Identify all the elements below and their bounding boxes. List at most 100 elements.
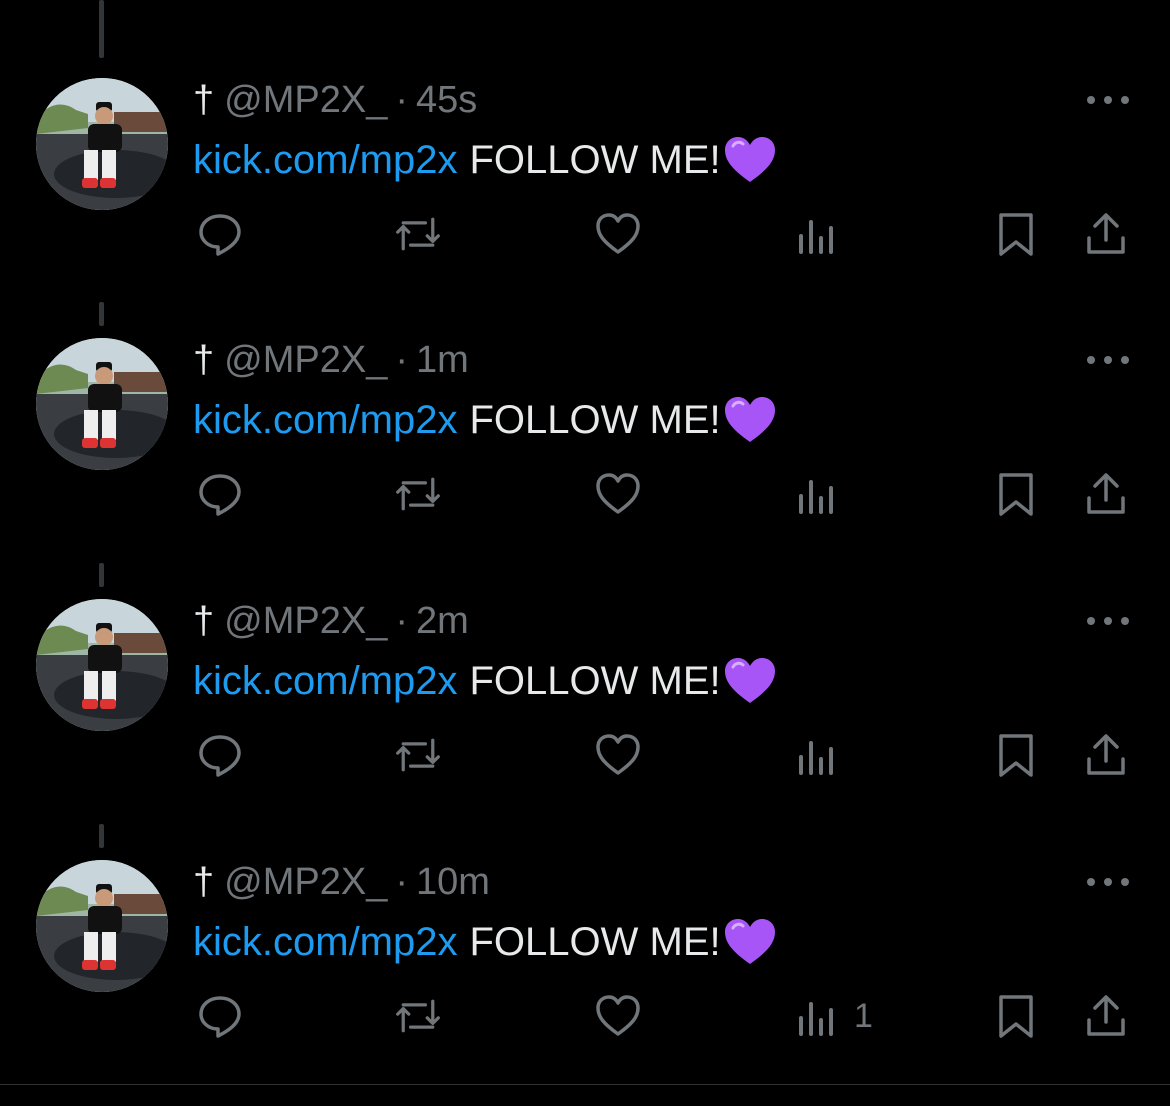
repost-button[interactable] <box>394 206 442 262</box>
tweet[interactable]: † @MP2X_ · 10m kick.com/mp2x FOLLOW ME! … <box>0 854 1170 1106</box>
speech-bubble-icon <box>199 996 241 1038</box>
timestamp[interactable]: 1m <box>416 339 469 382</box>
purple-heart-emoji <box>724 658 775 703</box>
thread-line <box>99 0 104 58</box>
timestamp[interactable]: 10m <box>416 861 490 904</box>
tweet-message: FOLLOW ME! <box>469 397 721 442</box>
ellipsis-icon <box>1087 617 1095 625</box>
handle[interactable]: @MP2X_ <box>224 861 387 904</box>
tweet[interactable]: † @MP2X_ · 1m kick.com/mp2x FOLLOW ME! <box>0 332 1170 593</box>
tweet-header: † @MP2X_ · 10m <box>193 854 490 910</box>
repost-arrows-icon <box>396 999 440 1033</box>
repost-arrows-icon <box>396 217 440 251</box>
like-button[interactable] <box>594 206 642 262</box>
cross-symbol: † <box>193 860 215 903</box>
repost-arrows-icon <box>396 477 440 511</box>
tweet-link[interactable]: kick.com/mp2x <box>193 659 458 704</box>
cross-symbol: † <box>193 599 215 642</box>
heart-outline-icon <box>596 734 640 775</box>
bookmark-button[interactable] <box>992 988 1040 1044</box>
tweet-text: kick.com/mp2x FOLLOW ME! <box>193 651 777 711</box>
reply-button[interactable] <box>196 466 244 522</box>
action-bar <box>0 206 1170 262</box>
bookmark-button[interactable] <box>992 206 1040 262</box>
bookmark-button[interactable] <box>992 727 1040 783</box>
tweet-text: kick.com/mp2x FOLLOW ME! <box>193 390 777 450</box>
divider <box>0 1084 1170 1085</box>
tweet-message: FOLLOW ME! <box>469 137 721 182</box>
ellipsis-icon <box>1121 356 1129 364</box>
tweet-link[interactable]: kick.com/mp2x <box>193 138 458 183</box>
speech-bubble-icon <box>199 735 241 777</box>
heart-outline-icon <box>596 473 640 514</box>
like-button[interactable] <box>594 727 642 783</box>
tweet[interactable]: † @MP2X_ · 45s kick.com/mp2x FOLLOW ME! <box>0 72 1170 333</box>
ellipsis-icon <box>1104 878 1112 886</box>
like-button[interactable] <box>594 466 642 522</box>
avatar-photo <box>36 78 168 210</box>
handle[interactable]: @MP2X_ <box>224 339 387 382</box>
avatar[interactable] <box>36 599 168 731</box>
reply-button[interactable] <box>196 727 244 783</box>
ellipsis-icon <box>1104 96 1112 104</box>
bookmark-icon <box>999 473 1033 516</box>
like-button[interactable] <box>594 988 642 1044</box>
heart-outline-icon <box>596 995 640 1036</box>
views-button[interactable] <box>794 466 854 522</box>
more-options-button[interactable] <box>1082 868 1134 896</box>
views-button[interactable] <box>794 727 854 783</box>
views-button[interactable] <box>794 206 854 262</box>
bookmark-button[interactable] <box>992 466 1040 522</box>
timestamp[interactable]: 45s <box>416 79 477 122</box>
separator: · <box>395 860 408 903</box>
share-button[interactable] <box>1082 988 1130 1044</box>
repost-button[interactable] <box>394 466 442 522</box>
more-options-button[interactable] <box>1082 346 1134 374</box>
ellipsis-icon <box>1121 96 1129 104</box>
tweet-message: FOLLOW ME! <box>469 919 721 964</box>
share-upload-icon <box>1087 473 1125 514</box>
reply-button[interactable] <box>196 988 244 1044</box>
action-bar: 1 <box>0 988 1170 1044</box>
purple-heart-emoji <box>724 919 775 964</box>
views-button[interactable]: 1 <box>794 988 873 1044</box>
separator: · <box>395 599 408 642</box>
avatar[interactable] <box>36 860 168 992</box>
ellipsis-icon <box>1121 878 1129 886</box>
more-options-button[interactable] <box>1082 607 1134 635</box>
ellipsis-icon <box>1087 878 1095 886</box>
repost-button[interactable] <box>394 988 442 1044</box>
cross-symbol: † <box>193 78 215 121</box>
repost-button[interactable] <box>394 727 442 783</box>
tweet-header: † @MP2X_ · 1m <box>193 332 469 388</box>
bar-chart-icon <box>799 480 833 514</box>
share-button[interactable] <box>1082 206 1130 262</box>
separator: · <box>395 78 408 121</box>
purple-heart-emoji <box>724 397 775 442</box>
ellipsis-icon <box>1121 617 1129 625</box>
ellipsis-icon <box>1104 356 1112 364</box>
avatar[interactable] <box>36 78 168 210</box>
share-button[interactable] <box>1082 466 1130 522</box>
tweet-link[interactable]: kick.com/mp2x <box>193 398 458 443</box>
bookmark-icon <box>999 995 1033 1038</box>
handle[interactable]: @MP2X_ <box>224 79 387 122</box>
bar-chart-icon <box>799 1002 833 1036</box>
tweet-header: † @MP2X_ · 2m <box>193 593 469 649</box>
share-button[interactable] <box>1082 727 1130 783</box>
tweet-link[interactable]: kick.com/mp2x <box>193 920 458 965</box>
separator: · <box>395 338 408 381</box>
bar-chart-icon <box>799 220 833 254</box>
tweet-header: † @MP2X_ · 45s <box>193 72 477 128</box>
avatar-photo <box>36 599 168 731</box>
more-options-button[interactable] <box>1082 86 1134 114</box>
reply-button[interactable] <box>196 206 244 262</box>
bar-chart-icon <box>799 741 833 775</box>
tweet-thread: † @MP2X_ · 45s kick.com/mp2x FOLLOW ME! <box>0 0 1170 1106</box>
ellipsis-icon <box>1087 96 1095 104</box>
timestamp[interactable]: 2m <box>416 600 469 643</box>
avatar[interactable] <box>36 338 168 470</box>
tweet[interactable]: † @MP2X_ · 2m kick.com/mp2x FOLLOW ME! <box>0 593 1170 854</box>
handle[interactable]: @MP2X_ <box>224 600 387 643</box>
ellipsis-icon <box>1087 356 1095 364</box>
